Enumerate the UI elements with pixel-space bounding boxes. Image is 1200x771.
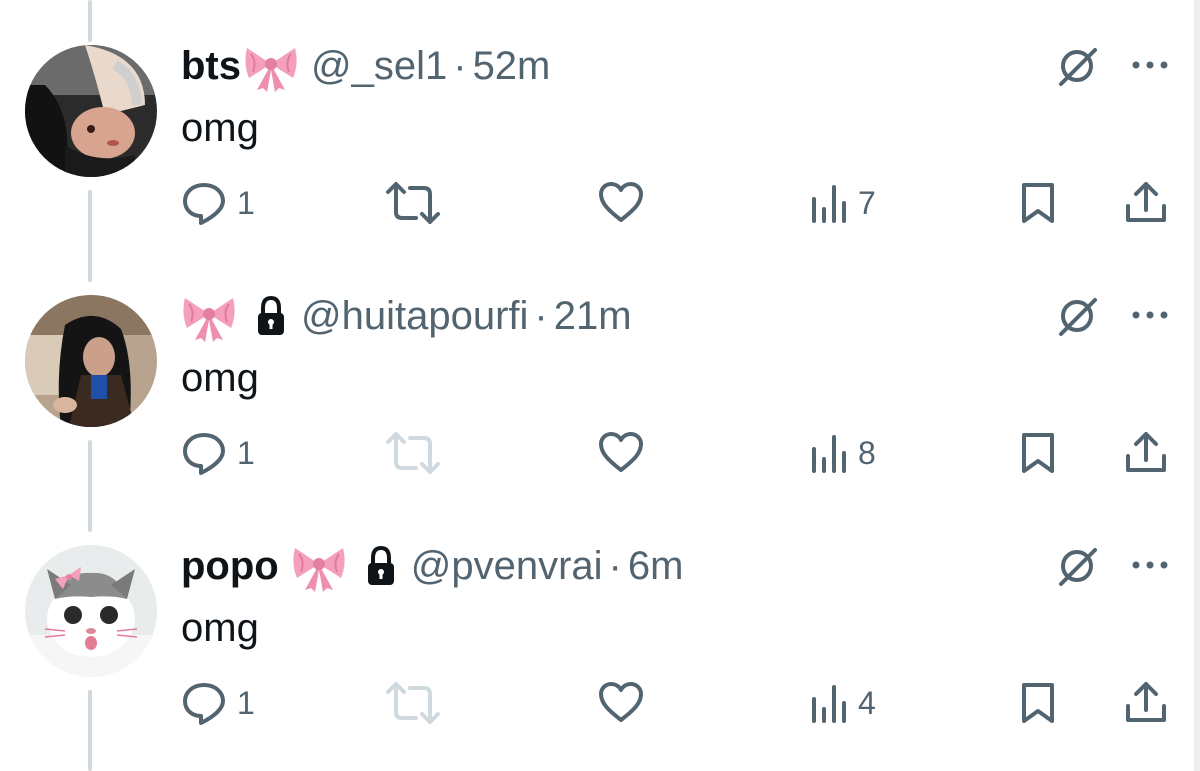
reply-count: 1 xyxy=(237,434,255,471)
bookmark-button[interactable] xyxy=(1020,678,1056,728)
heart-icon xyxy=(599,182,643,222)
reply-icon xyxy=(183,683,225,725)
lock-icon xyxy=(255,290,287,342)
heart-icon xyxy=(599,432,643,472)
more-options-icon[interactable] xyxy=(1128,52,1172,78)
like-button[interactable] xyxy=(598,428,644,478)
views-icon xyxy=(812,685,846,723)
separator-dot: · xyxy=(608,544,622,588)
avatar[interactable] xyxy=(25,295,157,427)
view-count: 8 xyxy=(858,434,876,471)
tweet[interactable]: @huitapourfi · 21m omg 1 8 xyxy=(0,250,1194,500)
tweet-text: omg xyxy=(181,106,259,150)
share-icon xyxy=(1126,682,1166,722)
pink-bow-emoji xyxy=(181,290,237,342)
grok-icon[interactable] xyxy=(1055,44,1099,88)
views-icon xyxy=(812,435,846,473)
handle[interactable]: @_sel1 xyxy=(311,40,447,92)
views-button[interactable]: 7 xyxy=(810,178,876,228)
heart-icon xyxy=(599,682,643,722)
reply-icon xyxy=(183,183,225,225)
like-button[interactable] xyxy=(598,678,644,728)
right-border xyxy=(1194,0,1200,771)
reply-icon xyxy=(183,433,225,475)
action-bar: 1 8 xyxy=(0,428,1194,478)
view-count: 4 xyxy=(858,684,876,721)
timestamp[interactable]: 52m xyxy=(473,40,551,92)
display-name[interactable]: popo xyxy=(181,540,279,592)
tweet-header: bts @_sel1 · 52m xyxy=(181,40,550,92)
retweet-icon xyxy=(386,432,440,474)
share-button[interactable] xyxy=(1124,178,1168,228)
reply-button[interactable]: 1 xyxy=(181,678,255,728)
reply-count: 1 xyxy=(237,184,255,221)
handle[interactable]: @pvenvrai xyxy=(411,540,603,592)
retweet-button[interactable] xyxy=(386,178,440,228)
retweet-button-disabled xyxy=(386,428,440,478)
tweet[interactable]: bts @_sel1 · 52m omg 1 7 xyxy=(0,0,1194,250)
share-icon xyxy=(1126,182,1166,222)
avatar[interactable] xyxy=(25,45,157,177)
grok-icon[interactable] xyxy=(1055,294,1099,338)
more-options-icon[interactable] xyxy=(1128,552,1172,578)
bookmark-icon xyxy=(1022,683,1054,723)
lock-icon xyxy=(365,540,397,592)
display-name[interactable]: bts xyxy=(181,40,241,92)
retweet-icon xyxy=(386,682,440,724)
bookmark-button[interactable] xyxy=(1020,428,1056,478)
avatar[interactable] xyxy=(25,545,157,677)
bookmark-icon xyxy=(1022,183,1054,223)
bookmark-icon xyxy=(1022,433,1054,473)
tweet-header: popo @pvenvrai · 6m xyxy=(181,540,683,592)
tweet-text: omg xyxy=(181,606,259,650)
views-icon xyxy=(812,185,846,223)
tweet-text: omg xyxy=(181,356,259,400)
reply-button[interactable]: 1 xyxy=(181,178,255,228)
bookmark-button[interactable] xyxy=(1020,178,1056,228)
separator-dot: · xyxy=(453,44,467,88)
tweet[interactable]: popo @pvenvrai · 6m omg 1 4 xyxy=(0,500,1194,750)
view-count: 7 xyxy=(858,184,876,221)
views-button[interactable]: 4 xyxy=(810,678,876,728)
share-icon xyxy=(1126,432,1166,472)
reply-button[interactable]: 1 xyxy=(181,428,255,478)
separator-dot: · xyxy=(534,294,548,338)
action-bar: 1 7 xyxy=(0,178,1194,228)
retweet-icon xyxy=(386,182,440,224)
timestamp[interactable]: 21m xyxy=(554,290,632,342)
share-button[interactable] xyxy=(1124,428,1168,478)
share-button[interactable] xyxy=(1124,678,1168,728)
more-options-icon[interactable] xyxy=(1128,302,1172,328)
like-button[interactable] xyxy=(598,178,644,228)
retweet-button-disabled xyxy=(386,678,440,728)
timestamp[interactable]: 6m xyxy=(628,540,684,592)
grok-icon[interactable] xyxy=(1055,544,1099,588)
pink-bow-emoji xyxy=(291,540,347,592)
tweet-header: @huitapourfi · 21m xyxy=(181,290,632,342)
views-button[interactable]: 8 xyxy=(810,428,876,478)
reply-count: 1 xyxy=(237,684,255,721)
handle[interactable]: @huitapourfi xyxy=(301,290,528,342)
pink-bow-emoji xyxy=(243,40,299,92)
action-bar: 1 4 xyxy=(0,678,1194,728)
